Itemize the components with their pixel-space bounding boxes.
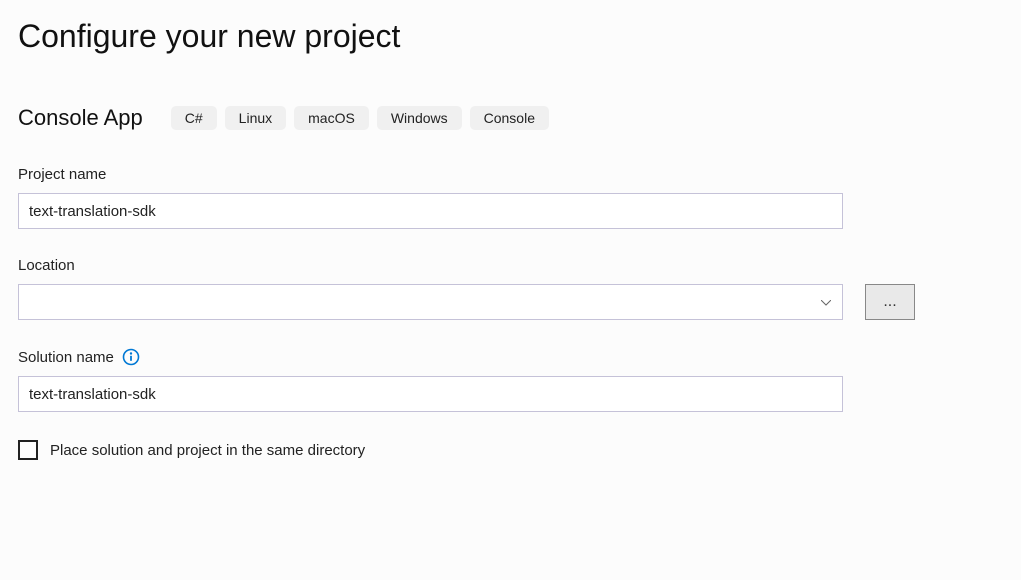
tag-linux: Linux: [225, 106, 286, 130]
solution-name-label: Solution name: [18, 348, 1003, 366]
template-name: Console App: [18, 105, 143, 131]
location-label: Location: [18, 257, 1003, 274]
location-input[interactable]: [18, 284, 843, 320]
project-name-input[interactable]: [18, 193, 843, 229]
browse-button[interactable]: ...: [865, 284, 915, 320]
tag-list: C# Linux macOS Windows Console: [171, 106, 549, 130]
solution-name-block: Solution name: [18, 348, 1003, 412]
tag-windows: Windows: [377, 106, 462, 130]
tag-console: Console: [470, 106, 549, 130]
tag-csharp: C#: [171, 106, 217, 130]
same-directory-label: Place solution and project in the same d…: [50, 442, 365, 459]
project-name-label: Project name: [18, 166, 1003, 183]
solution-name-input[interactable]: [18, 376, 843, 412]
solution-name-label-text: Solution name: [18, 349, 114, 366]
location-block: Location ...: [18, 257, 1003, 320]
info-icon[interactable]: [122, 348, 140, 366]
template-row: Console App C# Linux macOS Windows Conso…: [18, 105, 1003, 131]
project-name-block: Project name: [18, 166, 1003, 229]
same-directory-row: Place solution and project in the same d…: [18, 440, 1003, 460]
page-title: Configure your new project: [18, 18, 1003, 55]
tag-macos: macOS: [294, 106, 369, 130]
same-directory-checkbox[interactable]: [18, 440, 38, 460]
